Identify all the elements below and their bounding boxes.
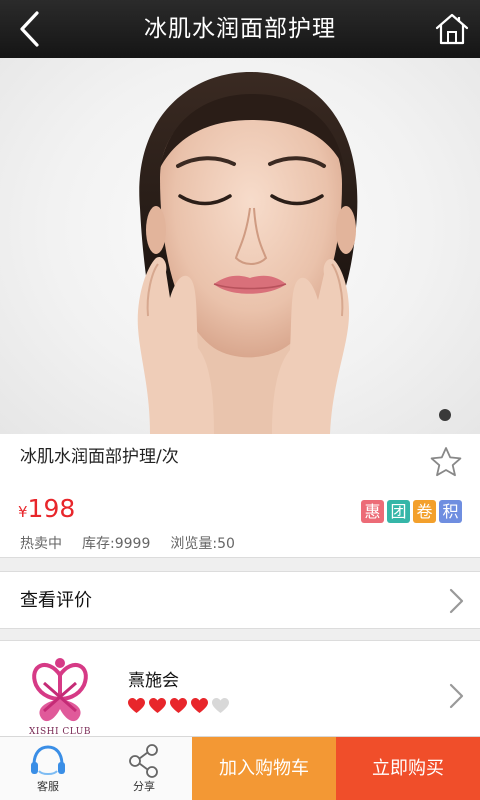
home-icon: [435, 13, 469, 45]
product-name: 冰肌水润面部护理/次: [20, 447, 179, 467]
headset-icon: [31, 745, 65, 775]
share-button[interactable]: 分享: [96, 737, 192, 800]
tag-points: 积: [439, 500, 462, 523]
store-logo: XISHI CLUB: [20, 653, 100, 741]
star-outline-icon: [430, 447, 462, 477]
product-info-card: 冰肌水润面部护理/次 ¥198 惠 团 卷 积 热卖中 库存:9999 浏览量:…: [0, 434, 480, 558]
customer-service-button[interactable]: 客服: [0, 737, 96, 800]
view-count: 浏览量:50: [170, 536, 235, 552]
heart-filled-icon: [170, 698, 187, 713]
tag-discount: 惠: [361, 500, 384, 523]
store-row[interactable]: XISHI CLUB 熹施会: [0, 640, 480, 740]
price-currency: ¥: [18, 503, 28, 521]
carousel-dot-active[interactable]: [439, 409, 451, 421]
stock-count: 库存:9999: [82, 536, 151, 552]
product-meta: 热卖中 库存:9999 浏览量:50: [20, 533, 235, 553]
product-detail-screen: 冰肌水润面部护理 冰肌水润面部护理/次 ¥198 惠 团 卷 积 热卖中 库存:…: [0, 0, 480, 800]
customer-service-label: 客服: [37, 780, 59, 793]
view-reviews-row[interactable]: 查看评价: [0, 571, 480, 629]
chevron-right-icon: [449, 683, 464, 709]
add-to-cart-button[interactable]: 加入购物车: [192, 737, 336, 800]
share-icon: [129, 744, 158, 778]
heart-filled-icon: [191, 698, 208, 713]
buy-now-button[interactable]: 立即购买: [336, 737, 480, 800]
page-title: 冰肌水润面部护理: [144, 16, 336, 42]
product-price: ¥198: [18, 494, 75, 523]
tag-coupon: 卷: [413, 500, 436, 523]
product-image-carousel[interactable]: [0, 58, 480, 434]
favorite-button[interactable]: [430, 446, 462, 478]
share-label: 分享: [133, 780, 155, 793]
bottom-action-bar: 客服 分享 加入购物车 立即购买: [0, 736, 480, 800]
heart-filled-icon: [128, 698, 145, 713]
product-photo: [137, 72, 358, 434]
heart-filled-icon: [149, 698, 166, 713]
price-value: 198: [27, 494, 76, 523]
store-rating: [128, 698, 229, 714]
store-name: 熹施会: [128, 671, 179, 691]
home-button[interactable]: [434, 11, 470, 47]
top-bar: 冰肌水润面部护理: [0, 0, 480, 58]
promo-tags: 惠 团 卷 积: [361, 500, 462, 523]
hot-status: 热卖中: [20, 536, 62, 552]
heart-empty-icon: [212, 698, 229, 713]
view-reviews-label: 查看评价: [20, 590, 92, 611]
chevron-right-icon: [449, 588, 464, 614]
tag-group-buy: 团: [387, 500, 410, 523]
